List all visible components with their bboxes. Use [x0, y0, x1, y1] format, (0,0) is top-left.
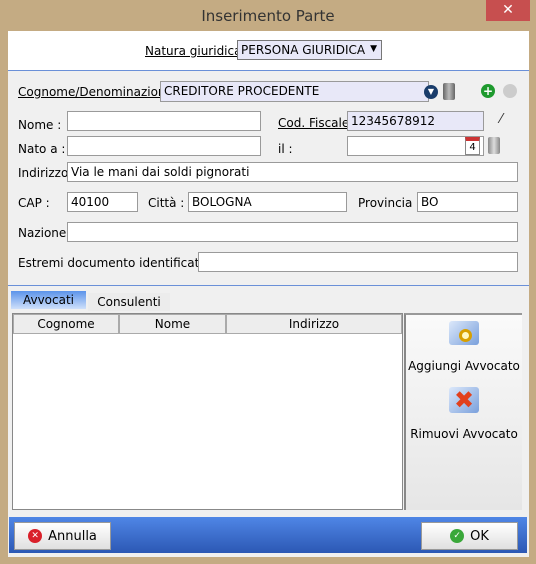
cap-label: CAP : [18, 196, 50, 210]
remove-avvocato-button[interactable]: ✖ Rimuovi Avvocato [406, 387, 522, 441]
citta-input[interactable]: BOLOGNA [188, 192, 347, 212]
trash-icon[interactable] [443, 83, 455, 100]
check-icon: ✓ [450, 529, 465, 543]
tab-consulenti[interactable]: Consulenti [88, 293, 170, 311]
chevron-down-icon: ▼ [370, 44, 377, 54]
ok-button[interactable]: ✓ OK [421, 522, 518, 550]
estremi-input[interactable] [198, 252, 518, 272]
indirizzo-input[interactable]: Via le mani dai soldi pignorati [67, 162, 518, 182]
column-header-cognome[interactable]: Cognome [13, 314, 119, 334]
remove-x-icon: ✖ [449, 387, 479, 413]
date-input[interactable] [347, 136, 484, 156]
nome-input[interactable] [67, 111, 261, 131]
nome-label: Nome : [18, 118, 62, 132]
close-button[interactable]: ✕ [486, 0, 530, 21]
natura-label: Natura giuridica: [145, 44, 246, 58]
nato-label: Nato a : [18, 142, 66, 156]
cognome-value: CREDITORE PROCEDENTE [164, 84, 320, 98]
provincia-input[interactable]: BO [417, 192, 518, 212]
dropdown-icon[interactable]: ▼ [424, 85, 438, 99]
citta-label: Città : [148, 196, 185, 210]
add-avvocato-label: Aggiungi Avvocato [408, 359, 520, 373]
cancel-icon: ✕ [28, 529, 43, 543]
trash-icon[interactable] [488, 137, 500, 154]
cf-input[interactable]: 12345678912 [347, 111, 484, 131]
nato-input[interactable] [67, 136, 261, 156]
provincia-label: Provincia : [358, 196, 421, 210]
add-icon[interactable]: + [481, 84, 495, 98]
avvocati-table[interactable]: Cognome Nome Indirizzo [12, 313, 403, 510]
calendar-icon[interactable]: 4 [465, 137, 480, 155]
divider [8, 285, 529, 286]
add-avvocato-button[interactable]: Aggiungi Avvocato [406, 321, 522, 373]
actions-panel: Aggiungi Avvocato ✖ Rimuovi Avvocato [404, 313, 522, 510]
cognome-label: Cognome/Denominazione [18, 85, 173, 99]
indirizzo-label: Indirizzo: [18, 166, 73, 180]
disabled-circle-icon [503, 84, 517, 98]
window-title: Inserimento Parte [201, 7, 335, 25]
cognome-input[interactable]: CREDITORE PROCEDENTE [160, 81, 429, 102]
magic-wand-icon[interactable]: ⁄ [500, 112, 502, 127]
nazione-label: Nazione: [18, 226, 71, 240]
ok-label: OK [470, 528, 489, 544]
remove-avvocato-label: Rimuovi Avvocato [410, 427, 518, 441]
column-header-nome[interactable]: Nome [119, 314, 226, 334]
nazione-input[interactable] [67, 222, 518, 242]
cancel-button[interactable]: ✕ Annulla [14, 522, 111, 550]
tab-avvocati[interactable]: Avvocati [11, 291, 86, 309]
il-label: il : [278, 142, 293, 156]
column-header-indirizzo[interactable]: Indirizzo [226, 314, 402, 334]
estremi-label: Estremi documento identificativo: [18, 256, 222, 270]
cancel-label: Annulla [48, 528, 97, 544]
search-document-icon [449, 321, 479, 345]
natura-value: PERSONA GIURIDICA [241, 43, 366, 57]
cf-label: Cod. Fiscale: [278, 116, 354, 130]
cap-input[interactable]: 40100 [67, 192, 138, 212]
natura-select[interactable]: PERSONA GIURIDICA ▼ [237, 40, 382, 60]
